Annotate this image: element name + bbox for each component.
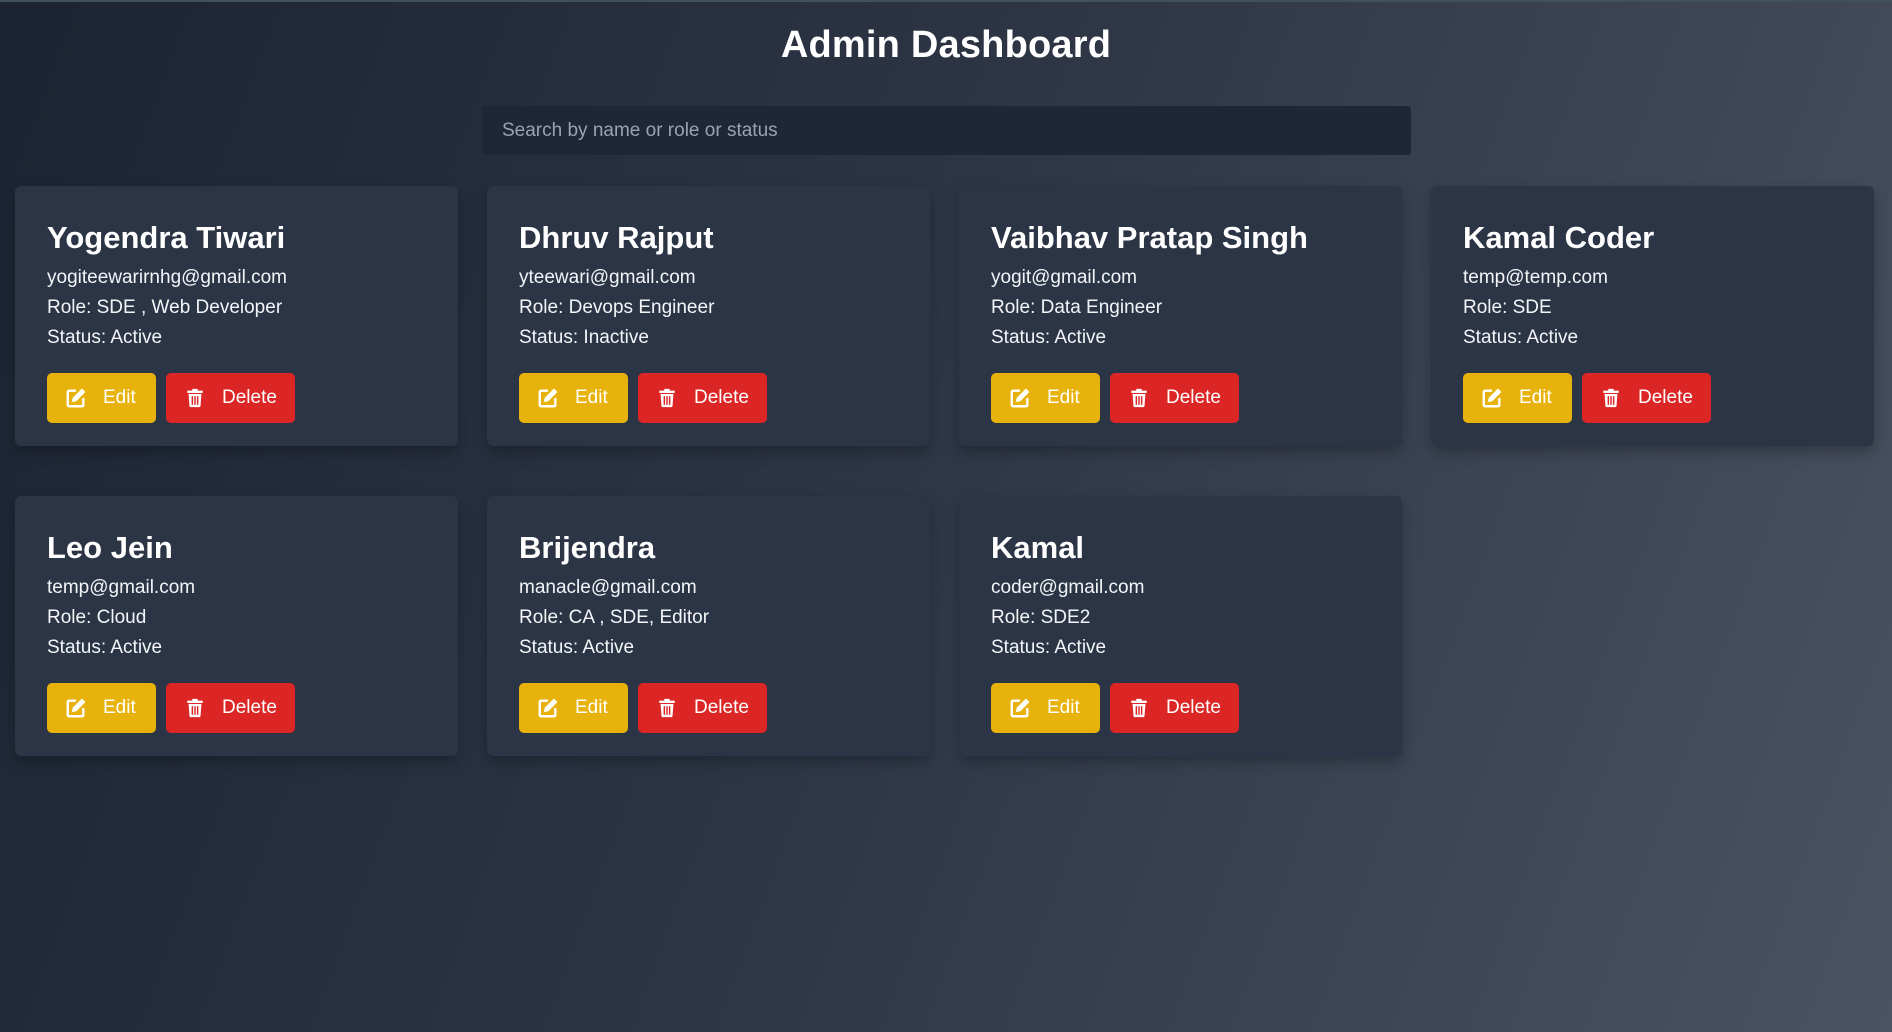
delete-label: Delete: [694, 387, 749, 408]
user-card: Kamal coder@gmail.com Role: SDE2 Status:…: [959, 496, 1402, 756]
user-role: Role: CA , SDE, Editor: [519, 607, 710, 628]
user-status: Status: Active: [47, 327, 163, 348]
user-status: Status: Active: [991, 637, 1107, 658]
card-actions: Edit Delete: [519, 683, 898, 733]
edit-button[interactable]: Edit: [991, 683, 1100, 733]
user-card: Kamal Coder temp@temp.com Role: SDE Stat…: [1431, 186, 1874, 446]
edit-icon: [1482, 388, 1502, 408]
card-actions: Edit Delete: [47, 373, 426, 423]
delete-label: Delete: [1166, 387, 1221, 408]
edit-icon: [538, 698, 558, 718]
trash-icon: [187, 388, 203, 408]
edit-button[interactable]: Edit: [519, 683, 628, 733]
user-status: Status: Inactive: [519, 327, 649, 348]
edit-icon: [1010, 698, 1030, 718]
trash-icon: [659, 698, 675, 718]
user-name: Vaibhav Pratap Singh: [991, 220, 1308, 255]
delete-label: Delete: [694, 697, 749, 718]
edit-label: Edit: [575, 387, 608, 408]
edit-icon: [66, 388, 86, 408]
user-name: Brijendra: [519, 530, 656, 565]
edit-button[interactable]: Edit: [47, 373, 156, 423]
card-actions: Edit Delete: [1463, 373, 1842, 423]
search-input[interactable]: [482, 106, 1411, 155]
card-actions: Edit Delete: [519, 373, 898, 423]
delete-label: Delete: [1166, 697, 1221, 718]
user-email: yteewari@gmail.com: [519, 267, 696, 288]
user-email: temp@temp.com: [1463, 267, 1608, 288]
user-status: Status: Active: [47, 637, 163, 658]
user-status: Status: Active: [991, 327, 1107, 348]
user-card: Leo Jein temp@gmail.com Role: Cloud Stat…: [15, 496, 458, 756]
edit-label: Edit: [103, 387, 136, 408]
user-email: yogiteewarirnhg@gmail.com: [47, 267, 287, 288]
card-actions: Edit Delete: [991, 373, 1370, 423]
user-name: Yogendra Tiwari: [47, 220, 286, 255]
user-card: Yogendra Tiwari yogiteewarirnhg@gmail.co…: [15, 186, 458, 446]
trash-icon: [187, 698, 203, 718]
delete-button[interactable]: Delete: [1582, 373, 1711, 423]
user-role: Role: SDE2: [991, 607, 1091, 628]
user-role: Role: Data Engineer: [991, 297, 1163, 318]
user-email: manacle@gmail.com: [519, 577, 697, 598]
trash-icon: [1603, 388, 1619, 408]
edit-label: Edit: [575, 697, 608, 718]
card-actions: Edit Delete: [47, 683, 426, 733]
user-card-grid: Yogendra Tiwari yogiteewarirnhg@gmail.co…: [15, 186, 1874, 756]
trash-icon: [659, 388, 675, 408]
trash-icon: [1131, 698, 1147, 718]
top-border: [0, 0, 1892, 2]
user-role: Role: Devops Engineer: [519, 297, 715, 318]
edit-icon: [66, 698, 86, 718]
user-name: Leo Jein: [47, 530, 173, 565]
user-role: Role: Cloud: [47, 607, 147, 628]
edit-button[interactable]: Edit: [1463, 373, 1572, 423]
user-email: coder@gmail.com: [991, 577, 1145, 598]
edit-button[interactable]: Edit: [47, 683, 156, 733]
delete-label: Delete: [222, 387, 277, 408]
edit-icon: [538, 388, 558, 408]
card-actions: Edit Delete: [991, 683, 1370, 733]
user-name: Kamal: [991, 530, 1085, 565]
delete-button[interactable]: Delete: [166, 683, 295, 733]
user-name: Dhruv Rajput: [519, 220, 714, 255]
user-role: Role: SDE , Web Developer: [47, 297, 283, 318]
delete-label: Delete: [1638, 387, 1693, 408]
delete-button[interactable]: Delete: [638, 683, 767, 733]
user-card: Brijendra manacle@gmail.com Role: CA , S…: [487, 496, 930, 756]
user-status: Status: Active: [519, 637, 635, 658]
delete-button[interactable]: Delete: [166, 373, 295, 423]
user-card: Dhruv Rajput yteewari@gmail.com Role: De…: [487, 186, 930, 446]
user-email: yogit@gmail.com: [991, 267, 1137, 288]
delete-button[interactable]: Delete: [638, 373, 767, 423]
page-title: Admin Dashboard: [780, 24, 1112, 66]
edit-icon: [1010, 388, 1030, 408]
delete-button[interactable]: Delete: [1110, 373, 1239, 423]
edit-button[interactable]: Edit: [519, 373, 628, 423]
user-role: Role: SDE: [1463, 297, 1552, 318]
edit-label: Edit: [1047, 697, 1080, 718]
delete-label: Delete: [222, 697, 277, 718]
user-status: Status: Active: [1463, 327, 1579, 348]
edit-label: Edit: [103, 697, 136, 718]
edit-label: Edit: [1519, 387, 1552, 408]
edit-label: Edit: [1047, 387, 1080, 408]
user-card: Vaibhav Pratap Singh yogit@gmail.com Rol…: [959, 186, 1402, 446]
trash-icon: [1131, 388, 1147, 408]
edit-button[interactable]: Edit: [991, 373, 1100, 423]
user-name: Kamal Coder: [1463, 220, 1655, 255]
user-email: temp@gmail.com: [47, 577, 196, 598]
delete-button[interactable]: Delete: [1110, 683, 1239, 733]
